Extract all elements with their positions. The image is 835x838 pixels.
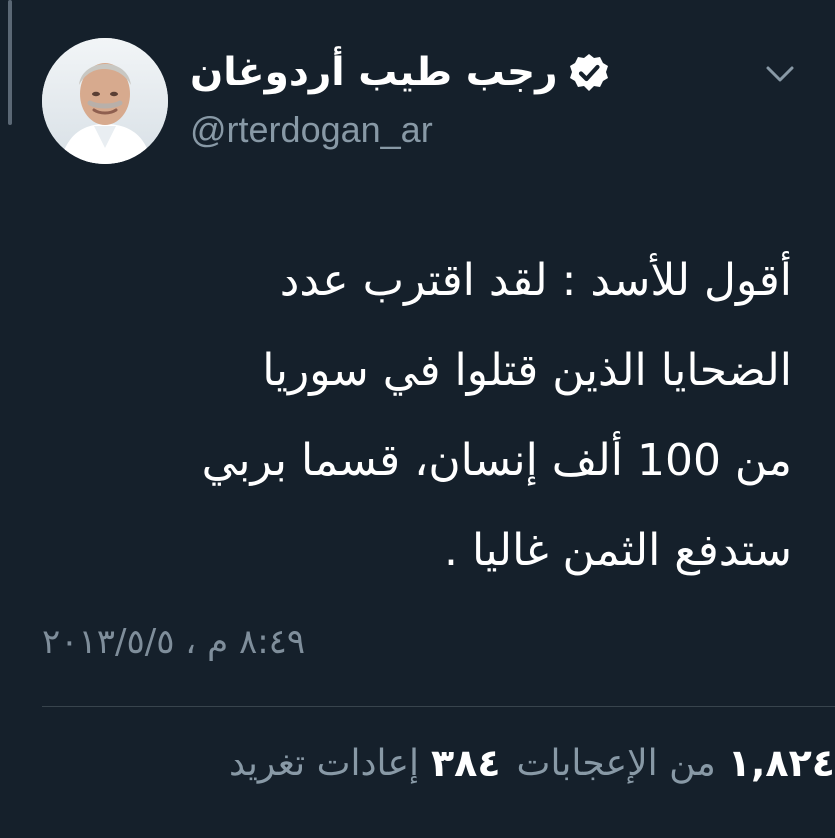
tweet-header: رجب طيب أردوغان @rterdogan_ar — [190, 40, 660, 170]
retweets-count: ٣٨٤ — [430, 741, 501, 785]
tweet-line: الضحايا الذين قتلوا في سوريا — [262, 345, 792, 396]
likes-count: ١,٨٢٤ — [727, 741, 835, 785]
chevron-down-icon[interactable] — [760, 60, 800, 88]
tweet-timestamp[interactable]: ٨:٤٩ م ، ٢٠١٣/٥/٥ — [42, 614, 482, 670]
avatar[interactable] — [42, 38, 168, 164]
tweet-text: أقول للأسد : لقد اقترب عدد الضحايا الذين… — [20, 236, 792, 596]
user-handle[interactable]: @rterdogan_ar — [190, 108, 433, 152]
retweets-label: إعادات تغريد — [228, 742, 419, 784]
tweet-line: من 100 ألف إنسان، قسما بربي — [201, 435, 792, 486]
tweet-stats: ١,٨٢٤ من الإعجابات ٣٨٤ إعادات تغريد — [229, 730, 835, 796]
tweet-line: ستدفع الثمن غاليا . — [444, 525, 792, 576]
retweets-stat[interactable]: ٣٨٤ إعادات تغريد — [229, 741, 501, 785]
verified-badge-icon — [569, 54, 608, 91]
tweet-line: أقول للأسد : لقد اقترب عدد — [279, 255, 792, 306]
profile-photo — [42, 38, 168, 164]
display-name[interactable]: رجب طيب أردوغان — [190, 44, 558, 102]
likes-label: من الإعجابات — [516, 742, 716, 784]
tweet-screen: رجب طيب أردوغان @rterdogan_ar أقول للأسد… — [0, 0, 835, 838]
thread-rule — [8, 0, 12, 125]
author-name-row[interactable]: رجب طيب أردوغان — [190, 44, 610, 102]
likes-stat[interactable]: ١,٨٢٤ من الإعجابات — [517, 741, 835, 785]
stats-divider — [42, 706, 835, 707]
